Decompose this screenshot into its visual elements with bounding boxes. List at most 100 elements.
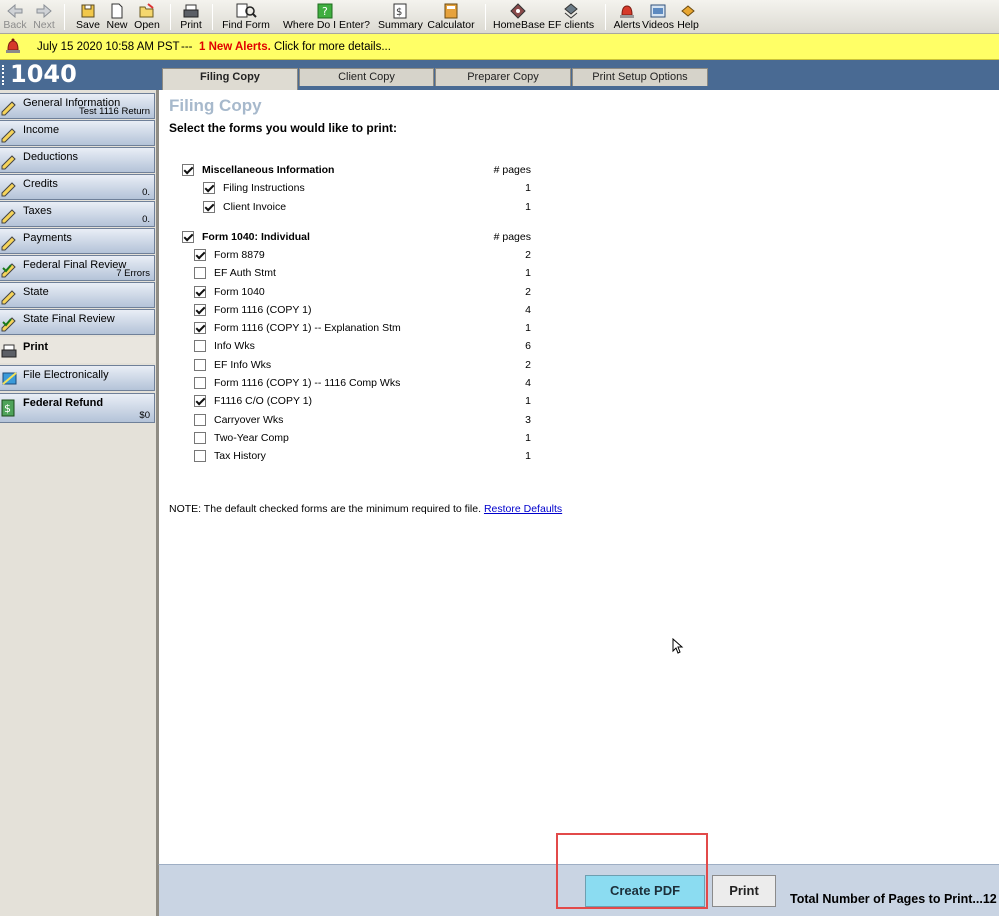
checkbox[interactable] xyxy=(203,182,215,194)
videos-button[interactable]: Videos xyxy=(642,2,674,32)
form-row-form-1040[interactable]: Form 1040 xyxy=(194,285,454,303)
form-row-two-year-comp[interactable]: Two-Year Comp xyxy=(194,431,454,449)
sidebar-item-federal-final-review[interactable]: Federal Final Review 7 Errors xyxy=(0,255,155,281)
form-row-filing-instructions[interactable]: Filing Instructions xyxy=(203,181,403,199)
sidebar-item-payments[interactable]: Payments xyxy=(0,228,155,254)
toolbar-separator xyxy=(605,4,606,30)
checkbox[interactable] xyxy=(194,304,206,316)
page-count: 2 xyxy=(525,286,531,298)
sidebar-item-general-information[interactable]: General Information Test 1116 Return xyxy=(0,93,155,119)
sidebar-item-state-final-review[interactable]: State Final Review xyxy=(0,309,155,335)
sidebar-item-taxes[interactable]: Taxes 0. xyxy=(0,201,155,227)
form-row-form-1116-explanation-stm[interactable]: Form 1116 (COPY 1) -- Explanation Stm xyxy=(194,321,454,339)
form-row-form-1116-copy-1[interactable]: Form 1116 (COPY 1) xyxy=(194,303,454,321)
group-miscellaneous-information[interactable]: Miscellaneous Information xyxy=(182,163,382,181)
svg-text:$: $ xyxy=(4,402,11,415)
question-icon: ? xyxy=(283,2,367,20)
checkbox[interactable] xyxy=(194,414,206,426)
sidebar-item-deductions[interactable]: Deductions xyxy=(0,147,155,173)
save-button[interactable]: Save xyxy=(74,2,102,32)
checkbox[interactable] xyxy=(194,395,206,407)
sidebar-item-print[interactable]: Print xyxy=(0,337,155,363)
sidebar: General Information Test 1116 Return Inc… xyxy=(0,90,158,916)
summary-button[interactable]: $ Summary xyxy=(378,2,423,32)
checkbox[interactable] xyxy=(182,164,194,176)
toolbar-separator xyxy=(64,4,65,30)
printer-icon xyxy=(0,342,18,363)
form-row-form-1116-comp-wks[interactable]: Form 1116 (COPY 1) -- 1116 Comp Wks xyxy=(194,376,454,394)
new-button[interactable]: New xyxy=(103,2,131,32)
alert-bar[interactable]: July 15 2020 10:58 AM PST --- 1 New Aler… xyxy=(0,34,999,60)
form-row-client-invoice[interactable]: Client Invoice xyxy=(203,200,403,218)
form-row-form-8879[interactable]: Form 8879 xyxy=(194,248,454,266)
tab-client-copy[interactable]: Client Copy xyxy=(299,68,434,86)
checkbox[interactable] xyxy=(194,432,206,444)
ef-clients-button[interactable]: EF clients xyxy=(548,2,594,32)
sidebar-item-state[interactable]: State xyxy=(0,282,155,308)
pencil-icon xyxy=(0,179,18,200)
alerts-button[interactable]: Alerts xyxy=(612,2,642,32)
checkbox[interactable] xyxy=(194,267,206,279)
form-row-info-wks[interactable]: Info Wks xyxy=(194,339,454,357)
form-row-f1116-co-copy-1[interactable]: F1116 C/O (COPY 1) xyxy=(194,394,454,412)
form-row-carryover-wks[interactable]: Carryover Wks xyxy=(194,413,454,431)
checkbox[interactable] xyxy=(194,359,206,371)
pages-header: # pages xyxy=(493,231,531,243)
find-form-button[interactable]: Find Form xyxy=(222,2,270,32)
restore-defaults-link[interactable]: Restore Defaults xyxy=(484,503,562,515)
alert-separator: --- xyxy=(181,41,193,53)
open-button[interactable]: Open xyxy=(131,2,163,32)
create-pdf-button[interactable]: Create PDF xyxy=(585,875,705,907)
checkbox[interactable] xyxy=(203,201,215,213)
svg-text:?: ? xyxy=(322,5,328,18)
check-icon xyxy=(0,314,18,335)
page-count: 4 xyxy=(525,304,531,316)
ef-clients-icon xyxy=(548,2,594,20)
video-icon xyxy=(642,2,674,20)
pencil-icon xyxy=(0,206,18,227)
sidebar-item-income[interactable]: Income xyxy=(0,120,155,146)
tab-print-setup-options[interactable]: Print Setup Options xyxy=(572,68,708,86)
checkbox[interactable] xyxy=(194,377,206,389)
checkbox[interactable] xyxy=(194,322,206,334)
homebase-button[interactable]: HomeBase xyxy=(493,2,545,32)
checkbox[interactable] xyxy=(194,249,206,261)
form-row-ef-auth-stmt[interactable]: EF Auth Stmt xyxy=(194,266,454,284)
print-toolbar-button[interactable]: Print xyxy=(178,2,204,32)
sidebar-item-file-electronically[interactable]: File Electronically xyxy=(0,365,155,391)
print-button[interactable]: Print xyxy=(712,875,776,907)
tab-preparer-copy[interactable]: Preparer Copy xyxy=(435,68,571,86)
arrow-left-icon xyxy=(2,2,28,20)
sidebar-item-federal-refund[interactable]: $ Federal Refund $0 xyxy=(0,393,155,423)
globe-icon xyxy=(0,370,18,391)
checkbox[interactable] xyxy=(194,450,206,462)
page-count: 1 xyxy=(525,450,531,462)
total-pages-label: Total Number of Pages to Print...12 xyxy=(790,892,997,906)
back-button[interactable]: Back xyxy=(2,2,28,32)
page-title: Filing Copy xyxy=(169,96,262,115)
sidebar-item-credits[interactable]: Credits 0. xyxy=(0,174,155,200)
help-button[interactable]: Help xyxy=(675,2,701,32)
form-row-tax-history[interactable]: Tax History xyxy=(194,449,454,467)
tab-filing-copy[interactable]: Filing Copy xyxy=(162,68,298,90)
pencil-icon xyxy=(0,152,18,173)
page-count: 1 xyxy=(525,201,531,213)
alert-message[interactable]: 1 New Alerts. Click for more details... xyxy=(199,34,391,60)
checkbox[interactable] xyxy=(194,286,206,298)
form-row-ef-info-wks[interactable]: EF Info Wks xyxy=(194,358,454,376)
summary-icon: $ xyxy=(378,2,422,20)
next-button[interactable]: Next xyxy=(31,2,57,32)
calculator-icon xyxy=(427,2,475,20)
page-count: 2 xyxy=(525,249,531,261)
group-form-1040-individual[interactable]: Form 1040: Individual xyxy=(182,230,382,248)
form-title: 1040 xyxy=(10,60,77,88)
alert-count: 1 New Alerts. xyxy=(199,41,271,53)
main-panel: Filing Copy Select the forms you would l… xyxy=(158,90,999,864)
where-do-i-enter-button[interactable]: ? Where Do I Enter? xyxy=(283,2,370,32)
pages-header: # pages xyxy=(493,164,531,176)
checkbox[interactable] xyxy=(182,231,194,243)
pencil-icon xyxy=(0,287,18,308)
checkbox[interactable] xyxy=(194,340,206,352)
calculator-button[interactable]: Calculator xyxy=(427,2,475,32)
open-folder-icon xyxy=(131,2,163,20)
